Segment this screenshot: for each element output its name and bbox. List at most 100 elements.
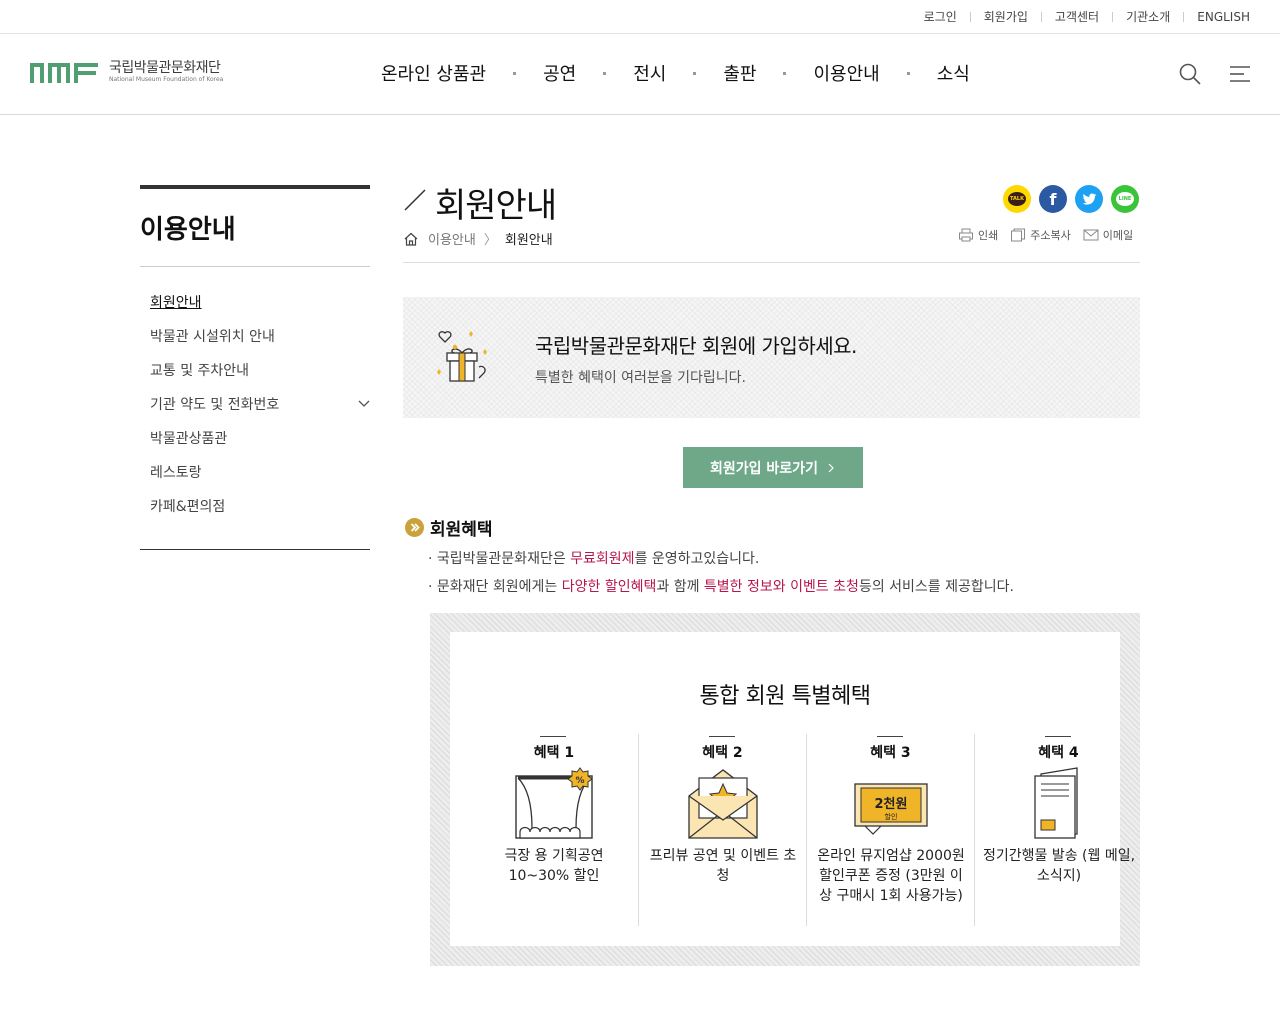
join-button[interactable]: 회원가입 바로가기 (683, 447, 863, 488)
main-nav: 온라인 상품관 공연 전시 출판 이용안내 소식 (381, 60, 970, 86)
breadcrumb-separator: 〉 (483, 233, 497, 248)
nav-online-shop[interactable]: 온라인 상품관 (381, 60, 486, 86)
benefit-bullets: · 국립박물관문화재단은 무료회원제를 운영하고있습니다. · 문화재단 회원에… (428, 548, 1014, 604)
page-title: 회원안내 (435, 186, 557, 226)
section-title-text: 회원혜택 (430, 520, 493, 540)
signup-link[interactable]: 회원가입 (984, 8, 1028, 25)
side-nav-item-shop[interactable]: 박물관상품관 (150, 425, 370, 459)
home-icon[interactable] (403, 231, 419, 247)
side-nav-item-restaurant[interactable]: 레스토랑 (150, 459, 370, 493)
print-label: 인쇄 (978, 229, 999, 242)
side-nav: 이용안내 회원안내 박물관 시설위치 안내 교통 및 주차안내 기관 약도 및 … (140, 185, 370, 550)
side-nav-item-facility[interactable]: 박물관 시설위치 안내 (150, 323, 370, 357)
divider (1183, 11, 1185, 22)
bullet-text: 를 운영하고있습니다. (634, 551, 760, 567)
highlight-text: 다양한 할인혜택 (561, 579, 657, 595)
highlight-text: 특별한 정보와 이벤트 초청 (703, 579, 859, 595)
banner-subtext: 특별한 혜택이 여러분을 기다립니다. (535, 370, 746, 386)
logo-text: 국립박물관문화재단 National Museum Foundation of … (109, 61, 223, 83)
coupon-subtext: 할인 (885, 812, 898, 821)
benefit-item: 혜택 2 프리뷰 공연 및 이벤트 초청 (638, 734, 806, 926)
bullet-text: 국립박물관문화재단은 (436, 551, 571, 567)
theater-discount-icon: % (515, 767, 593, 839)
email-button[interactable]: 이메일 (1083, 227, 1133, 243)
line-label: LINE (1116, 192, 1134, 206)
kakao-label: TALK (1008, 192, 1026, 206)
slash-icon (404, 189, 426, 211)
divider (969, 11, 971, 22)
breadcrumb-current: 회원안내 (504, 233, 553, 248)
login-link[interactable]: 로그인 (924, 8, 957, 25)
join-button-label: 회원가입 바로가기 (710, 460, 818, 477)
nmf-logo-mark (30, 63, 98, 83)
side-nav-item-transport[interactable]: 교통 및 주차안내 (150, 357, 370, 391)
divider (1112, 11, 1114, 22)
customer-center-link[interactable]: 고객센터 (1055, 8, 1099, 25)
english-link[interactable]: ENGLISH (1197, 10, 1250, 24)
newsletter-icon (1034, 767, 1078, 839)
logo[interactable]: 국립박물관문화재단 National Museum Foundation of … (30, 61, 223, 83)
benefit-label: 혜택 4 (975, 736, 1142, 762)
print-button[interactable]: 인쇄 (958, 227, 998, 243)
benefit-item: 혜택 3 2천원 할인 온라인 뮤지엄샵 2000원 할인쿠폰 증정 (3만원 … (806, 734, 974, 926)
nav-performance[interactable]: 공연 (543, 60, 576, 86)
nav-dot (906, 71, 910, 75)
nav-news[interactable]: 소식 (937, 60, 970, 86)
utility-bar: 로그인 회원가입 고객센터 기관소개 ENGLISH (0, 0, 1280, 34)
highlight-text: 무료회원제 (570, 551, 635, 567)
benefit-description: 프리뷰 공연 및 이벤트 초청 (649, 848, 797, 884)
side-nav-item-label: 기관 약도 및 전화번호 (150, 397, 280, 413)
benefit-item: 혜택 1 % 극장 용 기획공연 10~30% 할인 (470, 734, 638, 926)
chevron-down-icon[interactable] (358, 397, 370, 409)
copy-icon (1011, 228, 1026, 242)
copy-url-label: 주소복사 (1030, 229, 1071, 242)
printer-icon (959, 228, 973, 242)
twitter-bird-icon (1082, 193, 1096, 205)
twitter-icon[interactable] (1075, 185, 1103, 213)
chevron-right-icon (828, 463, 834, 472)
email-label: 이메일 (1102, 229, 1134, 242)
benefits-box: 통합 회원 특별혜택 혜택 1 % 극장 용 기획공연 10~30% 할인 혜택… (430, 613, 1140, 966)
kakao-icon[interactable]: TALK (1003, 185, 1031, 213)
utility-links: 로그인 회원가입 고객센터 기관소개 ENGLISH (924, 8, 1250, 25)
benefit-label: 혜택 1 (470, 736, 638, 762)
side-nav-item-membership[interactable]: 회원안내 (150, 289, 370, 323)
bullet-item: · 문화재단 회원에게는 다양한 할인혜택과 함께 특별한 정보와 이벤트 초청… (428, 579, 1014, 595)
page-tools: 인쇄 주소복사 이메일 (958, 227, 1133, 243)
bullet-text: 등의 서비스를 제공합니다. (858, 579, 1014, 595)
logo-korean: 국립박물관문화재단 (109, 60, 221, 76)
line-icon[interactable]: LINE (1111, 185, 1139, 213)
breadcrumb: 이용안내 〉 회원안내 (403, 229, 553, 248)
breadcrumb-parent[interactable]: 이용안내 (428, 229, 476, 248)
facebook-icon[interactable]: f (1039, 185, 1067, 213)
copy-url-button[interactable]: 주소복사 (1010, 227, 1071, 243)
nav-dot (783, 71, 787, 75)
benefit-description: 정기간행물 발송 (웹 메일, 소식지) (982, 848, 1136, 884)
nav-exhibition[interactable]: 전시 (633, 60, 666, 86)
coupon-text: 2천원 (875, 797, 908, 812)
gift-icon (437, 331, 487, 382)
side-nav-item-cafe[interactable]: 카페&편의점 (150, 493, 370, 527)
nav-dot (513, 71, 517, 75)
search-icon[interactable] (1178, 62, 1202, 86)
menu-icon[interactable] (1228, 62, 1252, 86)
benefit-label: 혜택 2 (639, 736, 806, 762)
side-nav-item-map[interactable]: 기관 약도 및 전화번호 (150, 391, 370, 425)
site-header: 국립박물관문화재단 National Museum Foundation of … (0, 34, 1280, 115)
nav-guide[interactable]: 이용안내 (813, 60, 879, 86)
about-link[interactable]: 기관소개 (1126, 8, 1170, 25)
benefits-inner: 통합 회원 특별혜택 혜택 1 % 극장 용 기획공연 10~30% 할인 혜택… (450, 632, 1135, 946)
arrow-circle-icon (405, 518, 424, 537)
benefit-item: 혜택 4 정기간행물 발송 (웹 메일, 소식지) (974, 734, 1142, 926)
benefit-description: 극장 용 기획공연 10~30% 할인 (504, 848, 604, 884)
sns-share: TALK f LINE (1003, 185, 1139, 213)
bullet-text: 문화재단 회원에게는 (436, 579, 562, 595)
invitation-envelope-icon (688, 769, 758, 839)
membership-banner: 국립박물관문화재단 회원에 가입하세요. 특별한 혜택이 여러분을 기다립니다. (403, 297, 1140, 418)
facebook-label: f (1049, 189, 1057, 209)
benefit-label: 혜택 3 (807, 736, 974, 762)
section-title: 회원혜택 (405, 515, 493, 540)
benefit-description: 온라인 뮤지엄샵 2000원 할인쿠폰 증정 (3만원 이상 구매시 1회 사용… (817, 848, 965, 904)
divider (1040, 11, 1042, 22)
nav-publishing[interactable]: 출판 (723, 60, 756, 86)
